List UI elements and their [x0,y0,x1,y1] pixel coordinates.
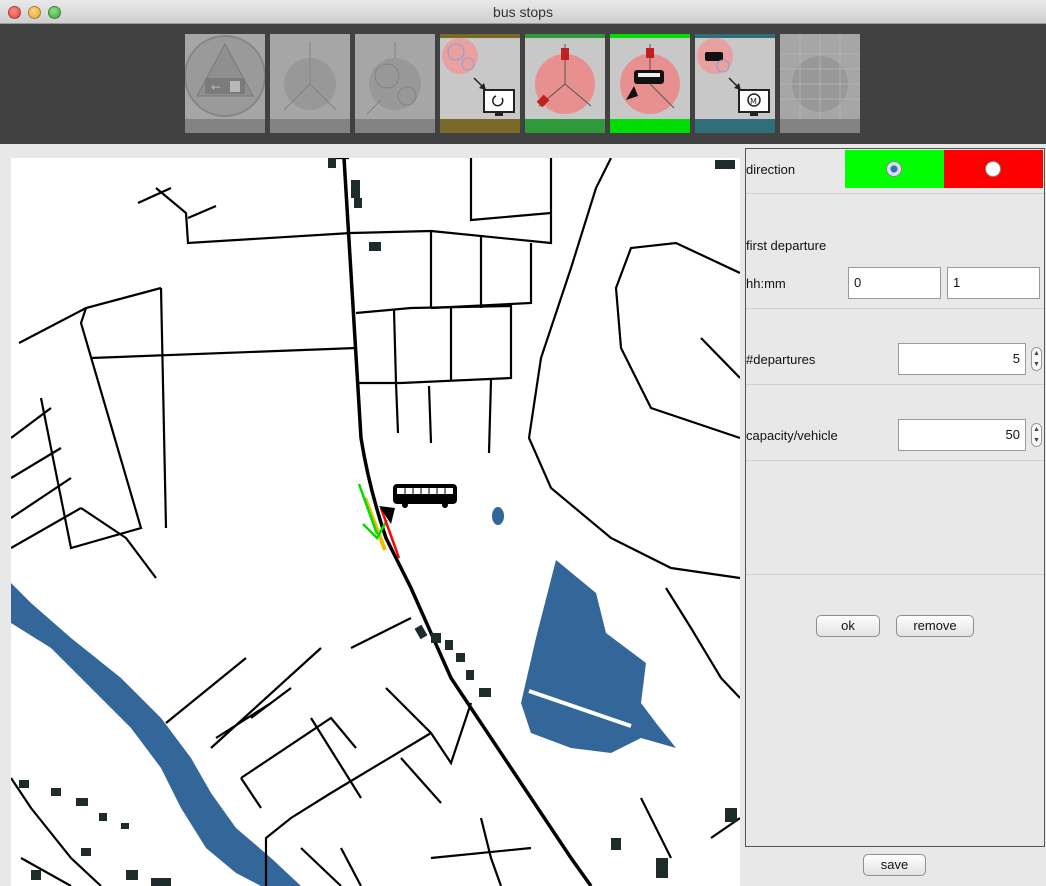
zoom-window-button[interactable] [48,6,61,19]
place-stops-tool-button[interactable] [525,34,605,133]
svg-text:←: ← [211,80,221,94]
departures-stepper[interactable]: ▲ ▼ [1031,347,1042,371]
time-format-label: hh:mm [746,276,786,291]
bus-schedule-tool-button[interactable] [610,34,690,133]
direction-backward-radio[interactable] [985,161,1001,177]
buildings [19,158,737,886]
svg-text:M: M [750,97,757,106]
pond [492,507,504,525]
title-bar: bus stops [0,0,1046,24]
remove-button[interactable]: remove [896,615,974,637]
bus-icon[interactable] [393,484,457,508]
tool-status-strip [270,119,350,133]
toolbar: ← M [0,24,1046,144]
tool-status-strip [185,119,265,133]
close-window-button[interactable] [8,6,21,19]
departures-count-field[interactable]: 5 [898,343,1026,375]
divider [746,460,1044,461]
departures-count-label: #departures [746,352,816,367]
divider [746,574,1044,575]
ok-button[interactable]: ok [816,615,880,637]
first-departure-label: first departure [746,238,827,253]
street-map[interactable] [11,158,740,886]
departure-minutes-field[interactable]: 1 [947,267,1040,299]
direction-backward-option[interactable] [944,150,1043,188]
divider [746,193,1044,194]
tool-status-strip [440,119,520,133]
tool-status-strip [525,119,605,133]
map-view[interactable] [11,158,740,886]
capacity-label: capacity/vehicle [746,428,838,443]
tool-status-strip [610,119,690,133]
bus-monitor-tool-button[interactable]: M [695,34,775,133]
window-title: bus stops [493,4,553,20]
export-monitor-tool-button[interactable] [440,34,520,133]
direction-forward-radio[interactable] [886,161,902,177]
capacity-field[interactable]: 50 [898,419,1026,451]
grid-tool-button[interactable] [780,34,860,133]
save-button[interactable]: save [863,854,926,876]
divider [746,384,1044,385]
tool-status-strip [355,119,435,133]
exit-stop-tool-button[interactable]: ← [185,34,265,133]
main-road [342,158,593,886]
direction-label: direction [746,162,796,177]
tool-status-strip [780,119,860,133]
direction-forward-option[interactable] [845,150,944,188]
capacity-stepper[interactable]: ▲ ▼ [1031,423,1042,447]
tool-status-strip [695,119,775,133]
departure-hours-field[interactable]: 0 [848,267,941,299]
river [11,583,301,886]
minimize-window-button[interactable] [28,6,41,19]
split-tool-button[interactable] [270,34,350,133]
circles-tool-button[interactable] [355,34,435,133]
stop-properties-panel: direction first departure hh:mm 0 1 #dep… [745,148,1045,847]
lake [521,560,676,753]
divider [746,308,1044,309]
